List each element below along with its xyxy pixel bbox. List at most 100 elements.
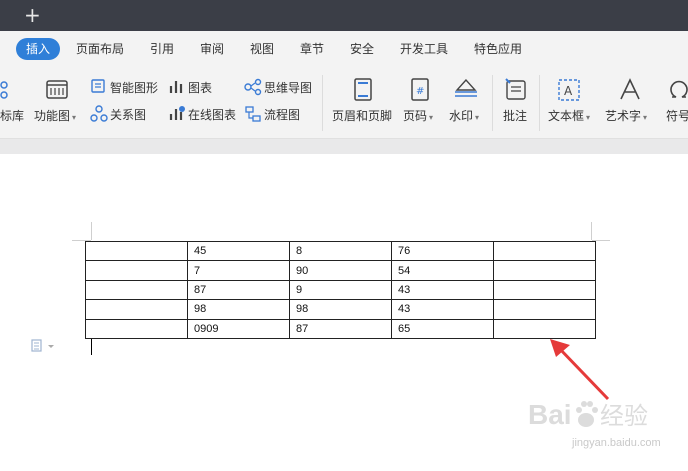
page-corner-mark (591, 222, 592, 240)
paragraph-options-icon[interactable] (31, 339, 57, 356)
chart-label: 图表 (188, 81, 213, 95)
tab-developer-tools[interactable]: 开发工具 (400, 38, 448, 60)
flow-chart-label: 流程图 (264, 108, 301, 122)
table-cell[interactable]: 76 (391, 240, 494, 262)
comment-label: 批注 (503, 109, 528, 123)
watermark-icon (455, 78, 477, 97)
table-cell[interactable]: 43 (391, 299, 494, 320)
page-corner-mark (91, 222, 92, 240)
table-cell[interactable] (493, 299, 596, 320)
text-box-icon: A (558, 79, 580, 101)
comment-button[interactable]: 批注 (503, 67, 535, 139)
table-cell[interactable]: 54 (391, 260, 494, 281)
tab-page-layout[interactable]: 页面布局 (76, 38, 124, 60)
table-cell[interactable]: 98 (289, 299, 392, 320)
symbol-label: 符号 (666, 109, 688, 123)
watermark-url-text: jingyan.baidu.com (572, 437, 661, 449)
function-chart-icon (46, 80, 68, 99)
tab-security[interactable]: 安全 (350, 38, 374, 60)
data-table[interactable]: 45 8 76 7 90 54 87 9 43 98 98 43 0909 87… (85, 240, 596, 339)
chevron-down-icon: ▾ (586, 113, 591, 122)
page-number-label: 页码 (403, 109, 428, 123)
relation-chart-label: 关系图 (110, 108, 147, 122)
ruler-band (0, 139, 688, 154)
tab-review[interactable]: 审阅 (200, 38, 224, 60)
mind-map-icon (244, 78, 262, 96)
ribbon-divider (539, 75, 540, 131)
table-cell[interactable]: 98 (187, 299, 290, 320)
table-cell[interactable]: 90 (289, 260, 392, 281)
comment-icon (505, 78, 526, 100)
parts-library-button[interactable]: 标库 (0, 67, 30, 139)
chevron-down-icon: ▾ (643, 113, 648, 122)
table-cell[interactable] (85, 240, 188, 262)
function-chart-button[interactable]: 功能图 ▾ (34, 67, 84, 139)
table-cell[interactable]: 8 (289, 240, 392, 262)
parts-library-icon (0, 81, 8, 99)
table-row: 98 98 43 (85, 299, 596, 320)
page-number-icon: # (411, 78, 429, 101)
tab-references[interactable]: 引用 (150, 38, 174, 60)
svg-text:#: # (416, 86, 424, 97)
svg-text:经验: 经验 (600, 402, 648, 430)
flow-chart-icon (245, 106, 261, 122)
ribbon-divider (322, 75, 323, 131)
tab-insert[interactable]: 插入 (16, 38, 61, 60)
omega-icon (670, 80, 688, 98)
smart-shape-icon (91, 79, 105, 93)
table-cell[interactable] (85, 279, 188, 301)
table-cell[interactable]: 65 (391, 318, 494, 339)
table-row: 87 9 43 (85, 279, 596, 301)
function-chart-label: 功能图 (34, 109, 71, 123)
svg-text:Bai: Bai (528, 399, 572, 430)
watermark-label: 水印 (449, 109, 474, 123)
word-art-icon (620, 78, 640, 100)
table-cell[interactable] (493, 260, 596, 281)
table-cell[interactable] (493, 240, 596, 262)
title-bar: + (0, 0, 688, 31)
menu-bar: 插入 页面布局 引用 审阅 视图 章节 安全 开发工具 特色应用 (0, 31, 688, 67)
text-cursor (91, 339, 92, 355)
text-box-label: 文本框 (548, 109, 585, 123)
table-row: 7 90 54 (85, 260, 596, 281)
mind-map-label: 思维导图 (264, 81, 313, 95)
chevron-down-icon: ▾ (429, 113, 434, 122)
relation-chart-icon (90, 105, 108, 122)
word-art-label: 艺术字 (605, 109, 642, 123)
table-cell[interactable] (85, 260, 188, 281)
text-box-button[interactable]: A 文本框 ▾ (548, 67, 600, 139)
table-cell[interactable]: 0909 (187, 318, 290, 339)
table-row: 0909 87 65 (85, 318, 596, 339)
table-cell[interactable] (85, 318, 188, 339)
page-number-button[interactable]: # 页码 ▾ (403, 67, 443, 139)
watermark-button[interactable]: 水印 ▾ (449, 67, 489, 139)
tab-view[interactable]: 视图 (250, 38, 274, 60)
word-art-button[interactable]: 艺术字 ▾ (605, 67, 659, 139)
chevron-down-icon: ▾ (72, 113, 77, 122)
baidu-watermark-logo: Bai 经验 (528, 399, 648, 430)
bar-chart-icon (169, 81, 183, 93)
table-cell[interactable]: 43 (391, 279, 494, 301)
table-cell[interactable] (493, 279, 596, 301)
parts-library-label: 标库 (0, 109, 25, 123)
tab-special-apps[interactable]: 特色应用 (474, 38, 522, 60)
header-footer-icon (354, 78, 372, 101)
table-cell[interactable]: 87 (187, 279, 290, 301)
tab-section[interactable]: 章节 (300, 38, 324, 60)
online-chart-label: 在线图表 (188, 108, 237, 122)
table-row: 45 8 76 (85, 240, 596, 262)
symbol-button[interactable]: 符号 (664, 67, 688, 139)
chevron-down-icon: ▾ (475, 113, 480, 122)
table-cell[interactable]: 45 (187, 240, 290, 262)
table-cell[interactable]: 7 (187, 260, 290, 281)
table-cell[interactable] (85, 299, 188, 320)
header-footer-button[interactable]: 页眉和页脚 (332, 67, 396, 139)
table-cell[interactable]: 87 (289, 318, 392, 339)
header-footer-label: 页眉和页脚 (332, 109, 393, 123)
plus-icon[interactable]: + (24, 3, 41, 27)
ribbon: 标库 功能图 ▾ 智能图形 图表 思维导图 关系图 在线图表 流程图 页眉和页脚… (0, 67, 688, 139)
svg-text:A: A (564, 84, 573, 98)
table-cell[interactable]: 9 (289, 279, 392, 301)
ribbon-divider (492, 75, 493, 131)
smart-shape-label: 智能图形 (110, 81, 159, 95)
